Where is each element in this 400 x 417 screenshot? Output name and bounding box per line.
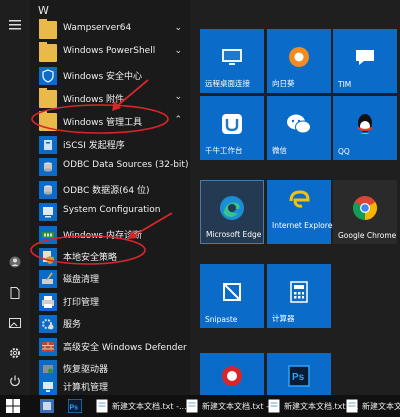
chevron-up-icon: ⌃ [174,115,182,125]
hamburger-menu-icon[interactable] [0,12,30,38]
sysconfig-icon [39,203,57,221]
iscsi-icon [39,136,57,154]
documents-icon[interactable] [0,280,30,306]
chrome-icon [352,196,378,221]
windows-logo-icon [6,399,20,413]
letter-header-w[interactable]: W [38,4,49,17]
taskbar: Ps 新建文本文档.txt -... 新建文本文档.txt -... 新建文本文… [0,395,400,417]
memory-icon [39,226,57,244]
ie-icon [289,190,310,209]
app-item-security-center[interactable]: Windows 安全中心 [30,65,190,87]
tile-calculator[interactable]: 计算器 [267,264,331,328]
notepad-icon [268,399,280,413]
app-item-print-management[interactable]: 打印管理 [30,291,190,313]
tile-microsoft-edge[interactable]: Microsoft Edge [200,180,264,244]
app-item-computer-management[interactable]: 计算机管理 [30,376,190,395]
tile-remote-desktop[interactable]: 远程桌面连接 [200,29,264,93]
tile-wechat[interactable]: 微信 [267,96,331,160]
settings-gear-icon[interactable] [0,340,30,366]
taskbar-app-1[interactable] [40,398,54,414]
app-item-wampserver64[interactable]: Wampserver64 ⌄ [30,19,190,41]
remote-desktop-icon [222,49,242,66]
app-item-iscsi[interactable]: iSCSI 发起程序 [30,134,190,156]
chevron-down-icon: ⌄ [174,92,182,102]
tile-tim[interactable]: TIM [333,29,397,93]
power-icon[interactable] [0,368,30,394]
qianniu-icon [222,114,242,135]
tile-qq[interactable]: QQ [333,96,397,160]
notepad-icon [346,399,358,413]
tile-qianniu[interactable]: 千牛工作台 [200,96,264,160]
start-rail [0,0,30,395]
app-item-memory-diagnostic[interactable]: Windows 内存诊断 [30,224,190,246]
app-item-defender-firewall[interactable]: 高级安全 Windows Defender 防火墙 [30,336,190,358]
app-item-disk-cleanup[interactable]: 磁盘清理 [30,268,190,290]
shield-icon [39,67,57,85]
photoshop-icon: Ps [68,399,82,413]
svg-text:Ps: Ps [292,372,305,383]
folder-icon [39,88,57,108]
app-item-admin-tools[interactable]: Windows 管理工具 ⌃ [30,111,190,133]
snipaste-icon [223,283,241,302]
tile-photoshop[interactable]: Ps [267,353,331,395]
start-button[interactable] [6,398,20,414]
taskbar-notepad-4[interactable]: 新建文本文... [346,398,400,414]
chevron-down-icon: ⌄ [174,23,182,33]
app-item-services[interactable]: 服务 [30,313,190,335]
sunflower-icon [289,47,309,68]
tile-red-app[interactable] [200,353,264,395]
edge-icon [220,196,244,221]
firewall-icon [39,338,57,356]
odbc-icon [39,181,57,199]
chevron-down-icon: ⌄ [174,46,182,56]
disk-cleanup-icon [39,270,57,288]
tile-sunflower[interactable]: 向日葵 [267,29,331,93]
qq-icon [357,114,373,135]
taskbar-notepad-2[interactable]: 新建文本文档.txt -... [186,398,277,414]
notepad-icon [186,399,198,413]
taskbar-photoshop[interactable]: Ps [68,398,82,414]
wechat-icon [287,114,311,134]
svg-text:Ps: Ps [70,405,79,412]
folder-icon [39,19,57,39]
app-icon [40,399,54,413]
app-list: W Wampserver64 ⌄ Windows PowerShell ⌄ Wi… [30,0,190,395]
user-account-icon[interactable] [0,249,30,275]
notepad-icon [96,399,108,413]
security-policy-icon [39,248,57,266]
tim-icon [356,50,374,66]
tile-internet-explorer[interactable]: Internet Explorer [267,180,335,244]
app-item-odbc-64[interactable]: ODBC 数据源(64 位) [30,179,190,201]
pictures-icon[interactable] [0,310,30,336]
app-item-local-security-policy[interactable]: 本地安全策略 [30,246,190,268]
app-item-accessories[interactable]: Windows 附件 ⌄ [30,88,190,110]
odbc-icon [39,158,57,176]
folder-icon [39,111,57,131]
tile-area: 远程桌面连接 向日葵 TIM 千牛工作台 微信 QQ Microsoft Edg… [190,0,400,395]
app-item-odbc-32[interactable]: ODBC Data Sources (32-bit) [30,156,190,178]
tile-google-chrome[interactable]: Google Chrome [333,180,397,244]
tile-snipaste[interactable]: Snipaste [200,264,264,328]
calculator-icon [290,281,308,303]
folder-icon [39,42,57,62]
print-icon [39,293,57,311]
photoshop-icon: Ps [288,365,310,387]
app-item-powershell[interactable]: Windows PowerShell ⌄ [30,42,190,64]
services-icon [39,315,57,333]
computer-management-icon [39,378,57,395]
taskbar-notepad-1[interactable]: 新建文本文档.txt -... [96,398,187,414]
app-item-system-configuration[interactable]: System Configuration [30,201,190,223]
red-app-icon [222,366,242,387]
